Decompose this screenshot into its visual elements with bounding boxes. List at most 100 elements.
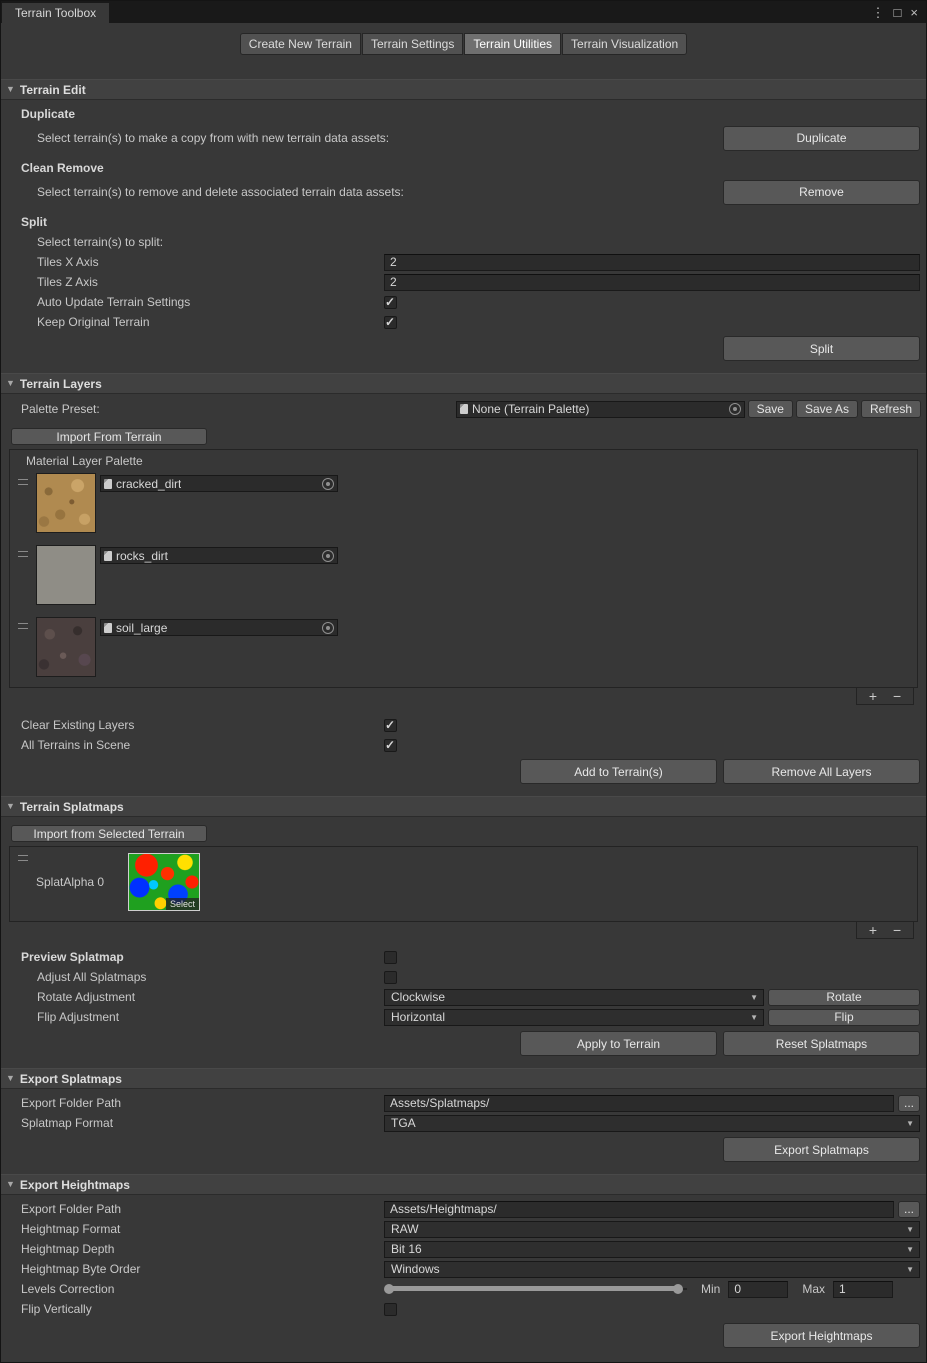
split-button[interactable]: Split (723, 336, 920, 361)
foldout-icon[interactable]: ▼ (6, 1074, 15, 1083)
section-terrain-splatmaps[interactable]: ▼ Terrain Splatmaps (1, 796, 926, 817)
import-from-selected-terrain-button[interactable]: Import from Selected Terrain (11, 825, 207, 842)
section-terrain-edit[interactable]: ▼ Terrain Edit (1, 79, 926, 100)
export-splatmaps-button[interactable]: Export Splatmaps (723, 1137, 920, 1162)
section-export-heightmaps[interactable]: ▼ Export Heightmaps (1, 1174, 926, 1195)
remove-button[interactable]: Remove (723, 180, 920, 205)
remove-all-layers-button[interactable]: Remove All Layers (723, 759, 920, 784)
refresh-button[interactable]: Refresh (861, 400, 921, 418)
asset-icon (104, 551, 112, 561)
object-picker-icon[interactable] (729, 403, 741, 415)
max-input[interactable]: 1 (833, 1281, 893, 1298)
layer-thumbnail[interactable] (36, 617, 96, 677)
splatmap-thumbnail[interactable]: Select (128, 853, 200, 911)
adjust-all-checkbox[interactable] (384, 971, 397, 984)
splatmap-list: SplatAlpha 0 Select (9, 846, 918, 922)
foldout-icon[interactable]: ▼ (6, 379, 15, 388)
browse-folder-button[interactable]: ... (898, 1201, 920, 1218)
object-picker-icon[interactable] (322, 622, 334, 634)
section-terrain-layers[interactable]: ▼ Terrain Layers (1, 373, 926, 394)
foldout-icon[interactable]: ▼ (6, 85, 15, 94)
slider-min-handle[interactable] (384, 1284, 394, 1294)
tiles-x-input[interactable]: 2 (384, 254, 920, 271)
chevron-down-icon: ▼ (906, 1266, 914, 1274)
heightmap-depth-dropdown[interactable]: Bit 16 ▼ (384, 1241, 920, 1258)
all-terrains-label: All Terrains in Scene (21, 738, 384, 752)
object-picker-icon[interactable] (322, 550, 334, 562)
export-folder-path-input[interactable]: Assets/Splatmaps/ (384, 1095, 894, 1112)
layer-object-field[interactable]: cracked_dirt (100, 475, 338, 492)
heightmap-byte-order-dropdown[interactable]: Windows ▼ (384, 1261, 920, 1278)
foldout-icon[interactable]: ▼ (6, 802, 15, 811)
layer-thumbnail[interactable] (36, 545, 96, 605)
levels-slider[interactable] (384, 1281, 687, 1297)
save-button[interactable]: Save (748, 400, 793, 418)
adjust-all-label: Adjust All Splatmaps (37, 970, 384, 984)
browse-folder-button[interactable]: ... (898, 1095, 920, 1112)
section-export-splatmaps[interactable]: ▼ Export Splatmaps (1, 1068, 926, 1089)
add-splatmap-button[interactable]: + (869, 924, 877, 936)
tab-terrain-settings[interactable]: Terrain Settings (362, 33, 463, 55)
all-terrains-checkbox[interactable] (384, 739, 397, 752)
heightmap-folder-path-input[interactable]: Assets/Heightmaps/ (384, 1201, 894, 1218)
duplicate-button[interactable]: Duplicate (723, 126, 920, 151)
rotate-button[interactable]: Rotate (768, 989, 920, 1006)
preview-splatmap-label: Preview Splatmap (21, 950, 384, 964)
export-heightmaps-button[interactable]: Export Heightmaps (723, 1323, 920, 1348)
add-layer-button[interactable]: + (869, 690, 877, 702)
splatmap-format-dropdown[interactable]: TGA ▼ (384, 1115, 920, 1132)
menu-icon[interactable]: ⋮ (872, 6, 885, 19)
import-from-terrain-button[interactable]: Import From Terrain (11, 428, 207, 445)
list-title: Material Layer Palette (10, 450, 917, 471)
save-as-button[interactable]: Save As (796, 400, 858, 418)
flip-adjustment-value: Horizontal (391, 1010, 445, 1024)
close-icon[interactable]: × (910, 6, 918, 19)
rotate-adjustment-dropdown[interactable]: Clockwise ▼ (384, 989, 764, 1006)
layer-object-field[interactable]: rocks_dirt (100, 547, 338, 564)
clean-remove-description: Select terrain(s) to remove and delete a… (37, 185, 404, 199)
layer-thumbnail[interactable] (36, 473, 96, 533)
flip-adjustment-dropdown[interactable]: Horizontal ▼ (384, 1009, 764, 1026)
drag-handle-icon[interactable] (18, 479, 32, 485)
slider-range[interactable] (388, 1286, 677, 1291)
clear-existing-checkbox[interactable] (384, 719, 397, 732)
palette-preset-field[interactable]: None (Terrain Palette) (456, 401, 745, 418)
auto-update-checkbox[interactable] (384, 296, 397, 309)
title-bar: Terrain Toolbox ⋮ □ × (1, 1, 926, 23)
window-tab[interactable]: Terrain Toolbox (2, 3, 109, 23)
layer-object-field[interactable]: soil_large (100, 619, 338, 636)
flip-vertically-checkbox[interactable] (384, 1303, 397, 1316)
preview-splatmap-checkbox[interactable] (384, 951, 397, 964)
layer-row: soil_large (10, 615, 917, 687)
remove-splatmap-button[interactable]: − (893, 924, 901, 936)
drag-handle-icon[interactable] (18, 551, 32, 557)
flip-button[interactable]: Flip (768, 1009, 920, 1026)
drag-handle-icon[interactable] (18, 623, 32, 629)
reset-splatmaps-button[interactable]: Reset Splatmaps (723, 1031, 920, 1056)
chevron-down-icon: ▼ (750, 994, 758, 1002)
slider-max-handle[interactable] (673, 1284, 683, 1294)
heightmap-folder-path-value: Assets/Heightmaps/ (390, 1202, 497, 1216)
heightmap-format-dropdown[interactable]: RAW ▼ (384, 1221, 920, 1238)
object-picker-icon[interactable] (322, 478, 334, 490)
add-to-terrain-button[interactable]: Add to Terrain(s) (520, 759, 717, 784)
tab-terrain-utilities[interactable]: Terrain Utilities (464, 33, 561, 55)
material-layer-palette-list: Material Layer Palette cracked_dirt rock… (9, 449, 918, 688)
tiles-z-input[interactable]: 2 (384, 274, 920, 291)
remove-layer-button[interactable]: − (893, 690, 901, 702)
heightmap-format-label: Heightmap Format (21, 1222, 384, 1236)
export-folder-path-label: Export Folder Path (21, 1096, 384, 1110)
apply-to-terrain-button[interactable]: Apply to Terrain (520, 1031, 717, 1056)
maximize-icon[interactable]: □ (894, 6, 902, 19)
tab-terrain-visualization[interactable]: Terrain Visualization (562, 33, 687, 55)
section-title: Terrain Splatmaps (20, 800, 124, 814)
select-button[interactable]: Select (166, 898, 199, 910)
keep-original-checkbox[interactable] (384, 316, 397, 329)
tab-create-new-terrain[interactable]: Create New Terrain (240, 33, 361, 55)
drag-handle-icon[interactable] (18, 855, 32, 861)
min-input[interactable]: 0 (728, 1281, 788, 1298)
max-value: 1 (839, 1282, 846, 1296)
foldout-icon[interactable]: ▼ (6, 1180, 15, 1189)
export-folder-path-label: Export Folder Path (21, 1202, 384, 1216)
layer-name: cracked_dirt (116, 477, 181, 491)
